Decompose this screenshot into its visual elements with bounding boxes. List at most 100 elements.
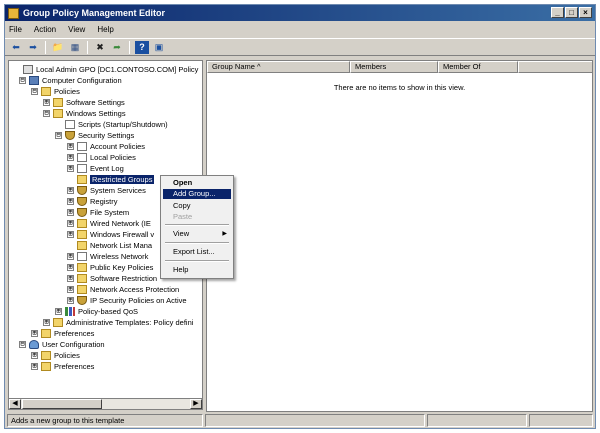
expand-icon[interactable]: ⊞ xyxy=(67,297,74,304)
tree-item-label: Software Settings xyxy=(66,98,125,107)
tree-item[interactable]: ⊞ Wireless Network xyxy=(67,251,148,262)
shield-icon xyxy=(77,186,87,195)
tree-item[interactable]: ⊞ Administrative Templates: Policy defini xyxy=(43,317,193,328)
tree-item[interactable]: ⊞ Windows Firewall v xyxy=(67,229,154,240)
menu-action[interactable]: Action xyxy=(34,25,56,34)
tree-item[interactable]: Network List Mana xyxy=(67,240,152,251)
tree-horizontal-scrollbar[interactable]: ◀ ▶ xyxy=(8,398,203,410)
folder-icon xyxy=(41,87,51,96)
collapse-icon[interactable]: ⊟ xyxy=(19,341,26,348)
tree-item[interactable]: Scripts (Startup/Shutdown) xyxy=(55,119,168,130)
tree-item-label: File System xyxy=(90,208,130,217)
expand-icon[interactable]: ⊞ xyxy=(67,253,74,260)
expand-icon[interactable]: ⊞ xyxy=(31,363,38,370)
expand-icon[interactable]: ⊞ xyxy=(67,165,74,172)
tree-item[interactable]: ⊞ System Services xyxy=(67,185,146,196)
folder-icon xyxy=(77,175,87,184)
tree-item[interactable]: ⊞ Policy-based QoS xyxy=(55,306,138,317)
folder-icon xyxy=(53,109,63,118)
maximize-button[interactable]: □ xyxy=(565,7,578,18)
tree-item[interactable]: ⊟ User Configuration xyxy=(19,339,105,350)
collapse-icon[interactable]: ⊟ xyxy=(43,110,50,117)
expand-icon[interactable]: ⊞ xyxy=(55,308,62,315)
menu-view[interactable]: View xyxy=(68,25,85,34)
forward-arrow-icon[interactable]: ➡ xyxy=(26,41,40,54)
tree-item[interactable]: ⊞ Registry xyxy=(67,196,118,207)
column-header-members[interactable]: Members xyxy=(350,61,438,73)
expand-icon[interactable]: ⊞ xyxy=(67,209,74,216)
export-list-icon[interactable]: ➦ xyxy=(110,41,124,54)
tree-item[interactable]: ⊞ Software Settings xyxy=(43,97,125,108)
context-menu-item[interactable]: Help xyxy=(163,265,231,275)
context-menu-item[interactable]: View ▶ xyxy=(163,229,231,239)
scroll-thumb[interactable] xyxy=(22,399,102,409)
tree-item-label: Policies xyxy=(54,351,80,360)
tree-item[interactable]: ⊞ Wired Network (IE xyxy=(67,218,151,229)
context-menu-item: Paste xyxy=(163,212,231,222)
tree-item[interactable]: ⊞ File System xyxy=(67,207,129,218)
tree-item[interactable]: ⊞ Event Log xyxy=(67,163,124,174)
expand-icon[interactable]: ⊞ xyxy=(31,352,38,359)
delete-icon[interactable]: ✖ xyxy=(93,41,107,54)
tree-item-label: Network Access Protection xyxy=(90,285,180,294)
expand-icon[interactable]: ⊞ xyxy=(67,154,74,161)
help-icon[interactable]: ? xyxy=(135,40,149,54)
folder-icon xyxy=(41,362,51,371)
properties-icon[interactable]: ▣ xyxy=(152,41,166,54)
details-pane[interactable]: Group Name ^ Members Member Of There are… xyxy=(206,60,593,412)
tree-item[interactable]: ⊟ Security Settings xyxy=(55,130,134,141)
tree-item[interactable]: ⊞ IP Security Policies on Active xyxy=(67,295,187,306)
tree-item[interactable]: ⊟ Policies xyxy=(31,86,80,97)
tree-item[interactable]: ⊞ Network Access Protection xyxy=(67,284,179,295)
expand-icon[interactable]: ⊞ xyxy=(67,275,74,282)
app-window: Group Policy Management Editor _ □ × Fil… xyxy=(4,4,596,429)
expand-icon[interactable]: ⊞ xyxy=(67,220,74,227)
folder-icon xyxy=(77,230,87,239)
tree-item[interactable]: ⊞ Account Policies xyxy=(67,141,145,152)
menu-separator xyxy=(165,260,229,262)
context-menu-item[interactable]: Open xyxy=(163,178,231,188)
column-header-member-of[interactable]: Member Of xyxy=(438,61,518,73)
menu-file[interactable]: File xyxy=(9,25,22,34)
tree-item[interactable]: ⊞ Preferences xyxy=(31,328,94,339)
context-menu-item-label: Help xyxy=(173,265,189,274)
collapse-icon[interactable]: ⊟ xyxy=(31,88,38,95)
context-menu-item-label: Paste xyxy=(173,212,193,221)
expand-icon[interactable]: ⊞ xyxy=(67,286,74,293)
expand-icon[interactable]: ⊞ xyxy=(67,231,74,238)
tree-item[interactable]: Local Admin GPO [DC1.CONTOSO.COM] Policy xyxy=(13,64,198,75)
context-menu-item[interactable]: Copy xyxy=(163,201,231,211)
tree-item[interactable]: ⊞ Preferences xyxy=(31,361,94,372)
show-hide-tree-icon[interactable]: ▦ xyxy=(68,41,82,54)
close-button[interactable]: × xyxy=(579,7,592,18)
column-header-group-name[interactable]: Group Name ^ xyxy=(207,61,350,73)
folder-icon xyxy=(77,219,87,228)
expand-icon[interactable]: ⊞ xyxy=(67,198,74,205)
expand-icon[interactable]: ⊞ xyxy=(43,319,50,326)
expand-icon[interactable]: ⊞ xyxy=(67,264,74,271)
tree-item[interactable]: ⊟ Computer Configuration xyxy=(19,75,122,86)
scroll-left-button[interactable]: ◀ xyxy=(9,399,21,409)
expand-icon[interactable]: ⊞ xyxy=(67,143,74,150)
context-menu-item[interactable]: Add Group... xyxy=(163,189,231,199)
tree-item[interactable]: Restricted Groups xyxy=(67,174,155,185)
back-arrow-icon[interactable]: ⬅ xyxy=(9,41,23,54)
tree-item[interactable]: ⊞ Public Key Policies xyxy=(67,262,153,273)
collapse-icon[interactable]: ⊟ xyxy=(19,77,26,84)
status-bar: Adds a new group to this template xyxy=(5,412,595,428)
expand-icon[interactable]: ⊞ xyxy=(31,330,38,337)
expand-icon[interactable]: ⊞ xyxy=(67,187,74,194)
title-bar[interactable]: Group Policy Management Editor _ □ × xyxy=(5,5,595,21)
collapse-icon[interactable]: ⊟ xyxy=(55,132,62,139)
folder-up-icon[interactable]: 📁 xyxy=(51,41,65,54)
tree-item[interactable]: ⊞ Policies xyxy=(31,350,80,361)
context-menu-item[interactable]: Export List... xyxy=(163,247,231,257)
menu-help[interactable]: Help xyxy=(97,25,113,34)
scroll-right-button[interactable]: ▶ xyxy=(190,399,202,409)
tree-item[interactable]: ⊞ Local Policies xyxy=(67,152,136,163)
tree-item[interactable]: ⊟ Windows Settings xyxy=(43,108,126,119)
tree-item[interactable]: ⊞ Software Restriction xyxy=(67,273,157,284)
expand-icon[interactable]: ⊞ xyxy=(43,99,50,106)
minimize-button[interactable]: _ xyxy=(551,7,564,18)
